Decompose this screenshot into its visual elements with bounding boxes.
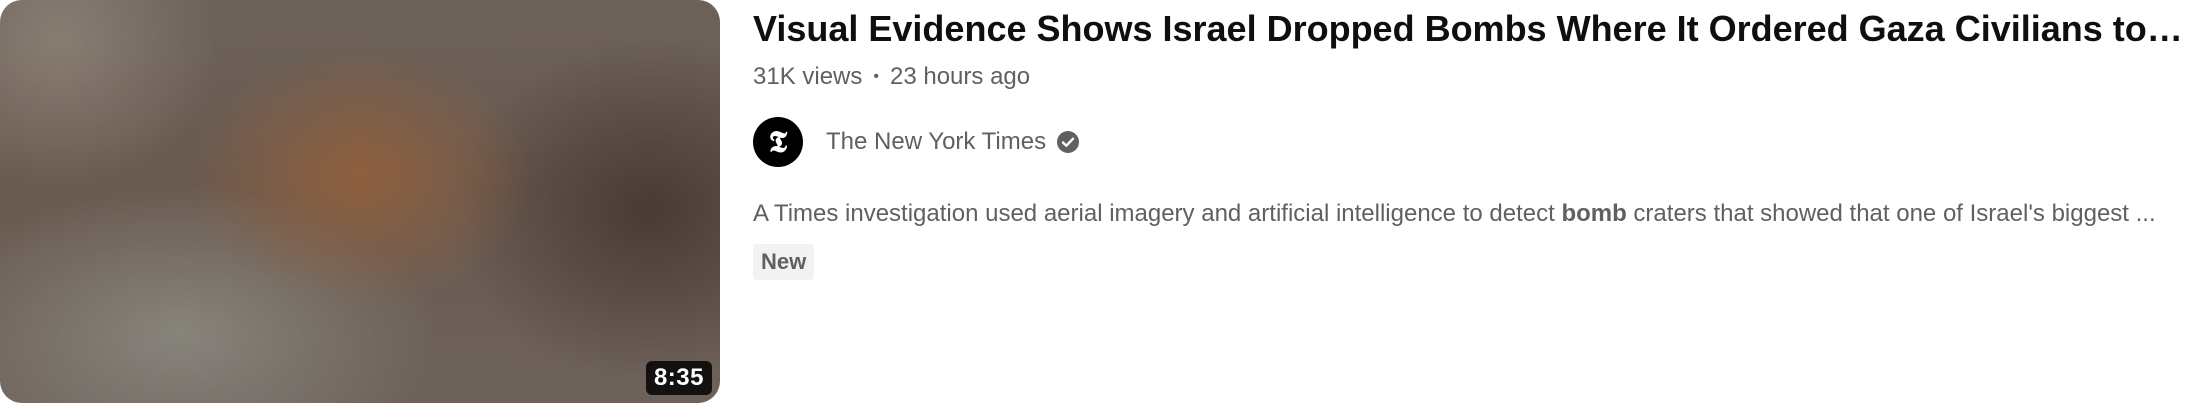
duration-badge: 8:35 bbox=[645, 361, 712, 395]
video-title[interactable]: Visual Evidence Shows Israel Dropped Bom… bbox=[753, 4, 2192, 54]
channel-avatar[interactable]: 𝕿 bbox=[753, 117, 803, 167]
upload-age: 23 hours ago bbox=[890, 63, 1031, 90]
view-count: 31K views bbox=[753, 63, 863, 90]
video-metadata: 31K views • 23 hours ago bbox=[753, 61, 2192, 93]
description-highlight: bomb bbox=[1561, 200, 1627, 227]
video-description-snippet: A Times investigation used aerial imager… bbox=[753, 197, 2192, 231]
description-text-end: craters that showed that one of Israel's… bbox=[1626, 200, 2156, 227]
meta-separator: • bbox=[873, 68, 879, 85]
new-badge: New bbox=[753, 244, 815, 280]
description-text-start: A Times investigation used aerial imager… bbox=[753, 200, 1562, 227]
channel-name[interactable]: The New York Times bbox=[826, 128, 1046, 156]
video-result[interactable]: 8:35 Visual Evidence Shows Israel Droppe… bbox=[0, 0, 2192, 403]
video-details: Visual Evidence Shows Israel Dropped Bom… bbox=[720, 0, 2192, 403]
video-thumbnail[interactable]: 8:35 bbox=[0, 0, 720, 403]
check-circle-icon bbox=[1057, 131, 1080, 153]
channel-info: 𝕿 The New York Times bbox=[753, 117, 2192, 167]
nyt-logo-icon: 𝕿 bbox=[768, 124, 788, 160]
